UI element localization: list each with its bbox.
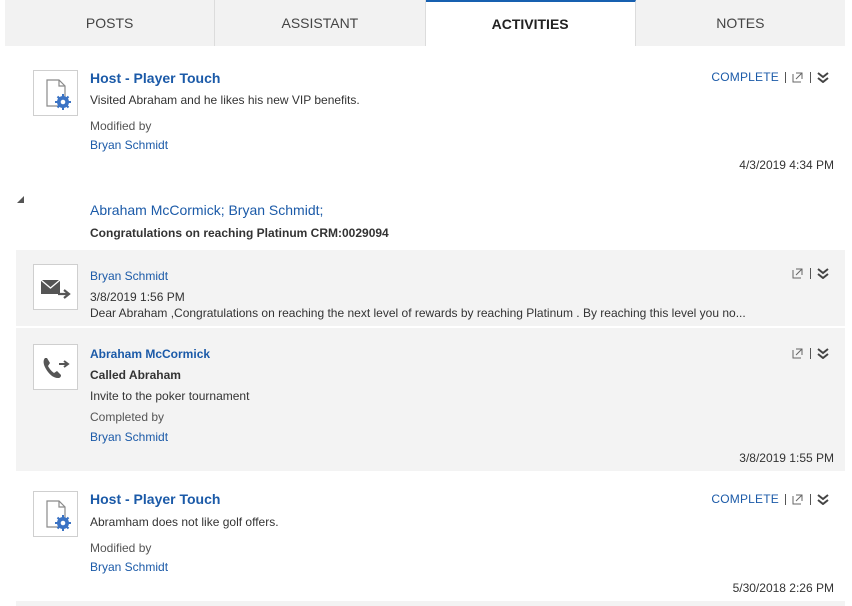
call-timestamp: 3/8/2019 1:55 PM — [739, 451, 834, 465]
expand-chevron-icon[interactable] — [817, 267, 829, 280]
phone-call-icon — [33, 344, 78, 390]
group-subject: Congratulations on reaching Platinum CRM… — [90, 226, 389, 240]
call-description: Invite to the poker tournament — [90, 389, 250, 403]
activity-description: Visited Abraham and he likes his new VIP… — [90, 93, 360, 107]
modified-by-label: Modified by — [90, 119, 152, 133]
email-item: Bryan Schmidt 3/8/2019 1:56 PM Dear Abra… — [16, 250, 845, 326]
activity-timestamp: 4/3/2019 4:34 PM — [739, 158, 834, 172]
expand-chevron-icon[interactable] — [817, 71, 829, 84]
activity-actions: COMPLETE — [711, 70, 829, 84]
tab-assistant[interactable]: ASSISTANT — [215, 0, 426, 46]
collapse-triangle-icon[interactable] — [17, 196, 24, 203]
tab-notes[interactable]: NOTES — [636, 0, 845, 46]
separator — [810, 493, 811, 505]
activity-panel: POSTS ASSISTANT ACTIVITIES NOTES Host - … — [5, 0, 845, 606]
separator — [810, 71, 811, 83]
expand-chevron-icon[interactable] — [817, 493, 829, 506]
email-preview: Dear Abraham ,Congratulations on reachin… — [90, 306, 746, 320]
separator — [785, 493, 786, 505]
call-actions — [792, 347, 829, 360]
separator — [810, 267, 811, 279]
conversation-group: Abraham McCormick; Bryan Schmidt; Congra… — [5, 188, 845, 250]
activity-description: Abramham does not like golf offers. — [90, 515, 279, 529]
completed-by-label: Completed by — [90, 410, 165, 424]
activity-title[interactable]: Host - Player Touch — [90, 491, 220, 507]
open-record-icon[interactable] — [792, 347, 804, 359]
tab-posts[interactable]: POSTS — [5, 0, 216, 46]
activity-actions: COMPLETE — [711, 492, 829, 506]
modified-by-link[interactable]: Bryan Schmidt — [90, 560, 168, 574]
email-actions — [792, 267, 829, 280]
open-record-icon[interactable] — [792, 267, 804, 279]
tab-bar: POSTS ASSISTANT ACTIVITIES NOTES — [5, 0, 845, 46]
activity-item: Host - Player Touch Visited Abraham and … — [5, 46, 845, 178]
task-gear-icon — [33, 491, 78, 537]
separator — [785, 71, 786, 83]
expand-chevron-icon[interactable] — [817, 347, 829, 360]
phone-call-item: Abraham McCormick Called Abraham Invite … — [16, 328, 845, 471]
open-record-icon[interactable] — [792, 493, 804, 505]
task-gear-icon — [33, 70, 78, 116]
completed-by-link[interactable]: Bryan Schmidt — [90, 430, 168, 444]
call-subject: Called Abraham — [90, 368, 181, 382]
group-title[interactable]: Abraham McCormick; Bryan Schmidt; — [90, 202, 323, 218]
email-date: 3/8/2019 1:56 PM — [90, 290, 185, 304]
tab-activities[interactable]: ACTIVITIES — [425, 0, 636, 46]
next-item-edge — [16, 601, 845, 606]
modified-by-label: Modified by — [90, 541, 152, 555]
modified-by-link[interactable]: Bryan Schmidt — [90, 138, 168, 152]
separator — [810, 347, 811, 359]
email-icon — [33, 264, 78, 310]
call-contact-link[interactable]: Abraham McCormick — [90, 347, 210, 361]
activity-title[interactable]: Host - Player Touch — [90, 70, 220, 86]
complete-button[interactable]: COMPLETE — [711, 70, 779, 84]
complete-button[interactable]: COMPLETE — [711, 492, 779, 506]
email-sender-link[interactable]: Bryan Schmidt — [90, 269, 168, 283]
activity-timestamp: 5/30/2018 2:26 PM — [732, 581, 834, 595]
activity-item: Host - Player Touch Abramham does not li… — [5, 471, 845, 601]
open-record-icon[interactable] — [792, 71, 804, 83]
